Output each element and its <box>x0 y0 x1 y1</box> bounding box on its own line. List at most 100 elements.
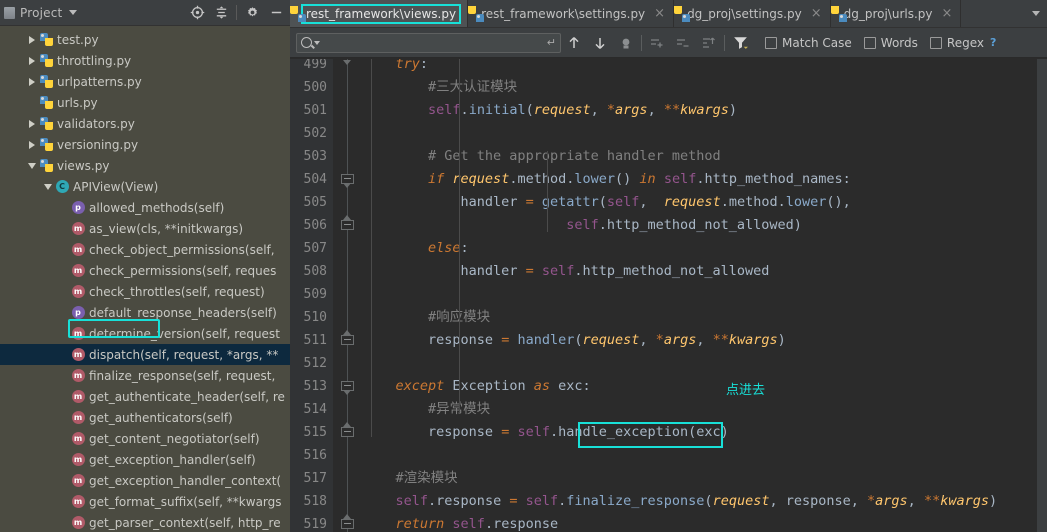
search-multiline-icon[interactable]: ↵ <box>547 36 556 49</box>
find-next-icon[interactable] <box>587 30 613 56</box>
chevron-right-icon[interactable] <box>26 113 38 134</box>
close-icon[interactable]: × <box>654 6 665 21</box>
tree-item[interactable]: views.py <box>0 155 290 176</box>
code-line[interactable]: try: <box>363 59 1047 76</box>
tree-item[interactable]: m check_permissions(self, reques <box>0 260 290 281</box>
settings-gear-icon[interactable] <box>240 1 264 25</box>
filter-icon[interactable] <box>727 30 753 56</box>
code-line[interactable]: self.response = self.finalize_response(r… <box>363 490 1047 513</box>
editor-right-scrollbar[interactable] <box>1037 59 1047 532</box>
tree-item[interactable]: urlpatterns.py <box>0 71 290 92</box>
code-line[interactable]: handler = getattr(self, request.method.l… <box>363 191 1047 214</box>
code-line[interactable]: if request.method.lower() in self.http_m… <box>363 168 1047 191</box>
code-line[interactable]: #响应模块 <box>363 306 1047 329</box>
code-line[interactable]: #渲染模块 <box>363 467 1047 490</box>
collapse-all-icon[interactable] <box>209 1 233 25</box>
select-all-occurrences-icon[interactable] <box>613 30 639 56</box>
fold-region-end-icon[interactable] <box>340 422 355 441</box>
editor-tab[interactable]: rest_framework\views.py <box>290 0 469 27</box>
match-case-checkbox[interactable]: Match Case <box>765 36 852 50</box>
tree-item[interactable]: m check_throttles(self, request) <box>0 281 290 302</box>
code-line[interactable]: except Exception as exc: <box>363 375 1047 398</box>
tree-item[interactable]: C APIView(View) <box>0 176 290 197</box>
editor-tabbar[interactable]: rest_framework\views.py rest_framework\se… <box>290 0 1047 28</box>
tree-item[interactable]: m get_format_suffix(self, **kwargs <box>0 491 290 512</box>
code-line[interactable]: self.http_method_not_allowed) <box>363 214 1047 237</box>
tree-item-label: get_authenticators(self) <box>89 410 233 425</box>
code-line[interactable] <box>363 122 1047 145</box>
code-line[interactable]: response = handler(request, *args, **kwa… <box>363 329 1047 352</box>
code-line[interactable]: else: <box>363 237 1047 260</box>
project-tree[interactable]: test.py throttling.py urlpatterns.py urls.p… <box>0 26 290 532</box>
code-token: * <box>867 493 876 509</box>
code-viewport[interactable]: 499 500 501 502 503 504 505 506 507 508 509 510 511 5… <box>290 59 1047 532</box>
code-line[interactable]: # Get the appropriate handler method <box>363 145 1047 168</box>
chevron-down-icon[interactable] <box>42 176 54 197</box>
tree-item[interactable]: test.py <box>0 29 290 50</box>
new-line-icon[interactable] <box>696 30 722 56</box>
tree-item[interactable]: m get_authenticators(self) <box>0 407 290 428</box>
tree-item[interactable]: validators.py <box>0 113 290 134</box>
tree-item[interactable]: m finalize_response(self, request, <box>0 365 290 386</box>
tree-item[interactable]: p default_response_headers(self) <box>0 302 290 323</box>
chevron-right-icon[interactable] <box>26 50 38 71</box>
tree-item[interactable]: m get_content_negotiator(self) <box>0 428 290 449</box>
editor-tab[interactable]: rest_framework\settings.py × <box>468 0 675 27</box>
search-input-wrapper[interactable]: ↵ <box>296 32 561 53</box>
code-line[interactable]: handler = self.http_method_not_allowed <box>363 260 1047 283</box>
close-icon[interactable]: × <box>811 6 822 21</box>
tree-item[interactable]: m check_object_permissions(self, <box>0 239 290 260</box>
regex-help-icon[interactable]: ? <box>990 36 996 49</box>
chevron-right-icon[interactable] <box>26 134 38 155</box>
chevron-down-icon[interactable] <box>26 155 38 176</box>
find-previous-icon[interactable] <box>561 30 587 56</box>
fold-region-end-icon[interactable] <box>340 215 355 234</box>
tree-item[interactable]: p allowed_methods(self) <box>0 197 290 218</box>
tree-item[interactable]: urls.py <box>0 92 290 113</box>
close-icon[interactable]: × <box>942 6 953 21</box>
tree-item[interactable]: m get_exception_handler(self) <box>0 449 290 470</box>
code-line[interactable]: #异常模块 <box>363 398 1047 421</box>
fold-region-end-icon[interactable] <box>340 330 355 349</box>
code-token: response <box>428 332 502 348</box>
code-text[interactable]: try: #三大认证模块 self.initial(request, *args… <box>363 59 1047 532</box>
tree-item[interactable]: versioning.py <box>0 134 290 155</box>
locate-icon[interactable] <box>185 1 209 25</box>
code-line[interactable]: return self.response <box>363 513 1047 532</box>
tree-item[interactable]: m as_view(cls, **initkwargs) <box>0 218 290 239</box>
chevron-right-icon[interactable] <box>26 29 38 50</box>
words-checkbox[interactable]: Words <box>863 36 918 50</box>
minimize-icon[interactable] <box>264 1 288 25</box>
find-toolbar[interactable]: ↵ Match Case Words Regex ? <box>290 28 1047 58</box>
tree-item[interactable]: throttling.py <box>0 50 290 71</box>
fold-region-start-icon[interactable] <box>340 173 355 188</box>
add-line-icon[interactable] <box>644 30 670 56</box>
tree-item[interactable]: m get_parser_context(self, http_re <box>0 512 290 532</box>
fold-region-end-icon[interactable] <box>340 514 355 532</box>
tree-item[interactable]: m get_authenticate_header(self, re <box>0 386 290 407</box>
tree-item[interactable]: m determine_version(self, request <box>0 323 290 344</box>
code-line[interactable] <box>363 352 1047 375</box>
words-box[interactable] <box>863 36 876 49</box>
tree-item[interactable]: m dispatch(self, request, *args, ** <box>0 344 290 365</box>
regex-box[interactable] <box>929 36 942 49</box>
tree-item[interactable]: m get_exception_handler_context( <box>0 470 290 491</box>
search-input[interactable] <box>320 36 547 49</box>
remove-line-icon[interactable] <box>670 30 696 56</box>
code-line[interactable]: self.initial(request, *args, **kwargs) <box>363 99 1047 122</box>
code-folding-strip[interactable] <box>333 59 363 532</box>
match-case-box[interactable] <box>765 36 777 49</box>
chevron-down-icon[interactable] <box>69 10 78 15</box>
regex-checkbox[interactable]: Regex <box>929 36 984 50</box>
chevron-right-icon[interactable] <box>26 71 38 92</box>
fold-region-start-icon[interactable] <box>340 380 355 395</box>
code-line[interactable]: #三大认证模块 <box>363 76 1047 99</box>
editor-tab[interactable]: dg_proj\urls.py × <box>830 0 962 27</box>
fold-collapse-triangle-icon[interactable] <box>340 59 355 73</box>
code-token: response <box>493 516 559 532</box>
editor-tab[interactable]: dg_proj\settings.py × <box>674 0 831 27</box>
tab-overflow-chevron-icon[interactable] <box>1025 0 1047 27</box>
code-line[interactable] <box>363 283 1047 306</box>
